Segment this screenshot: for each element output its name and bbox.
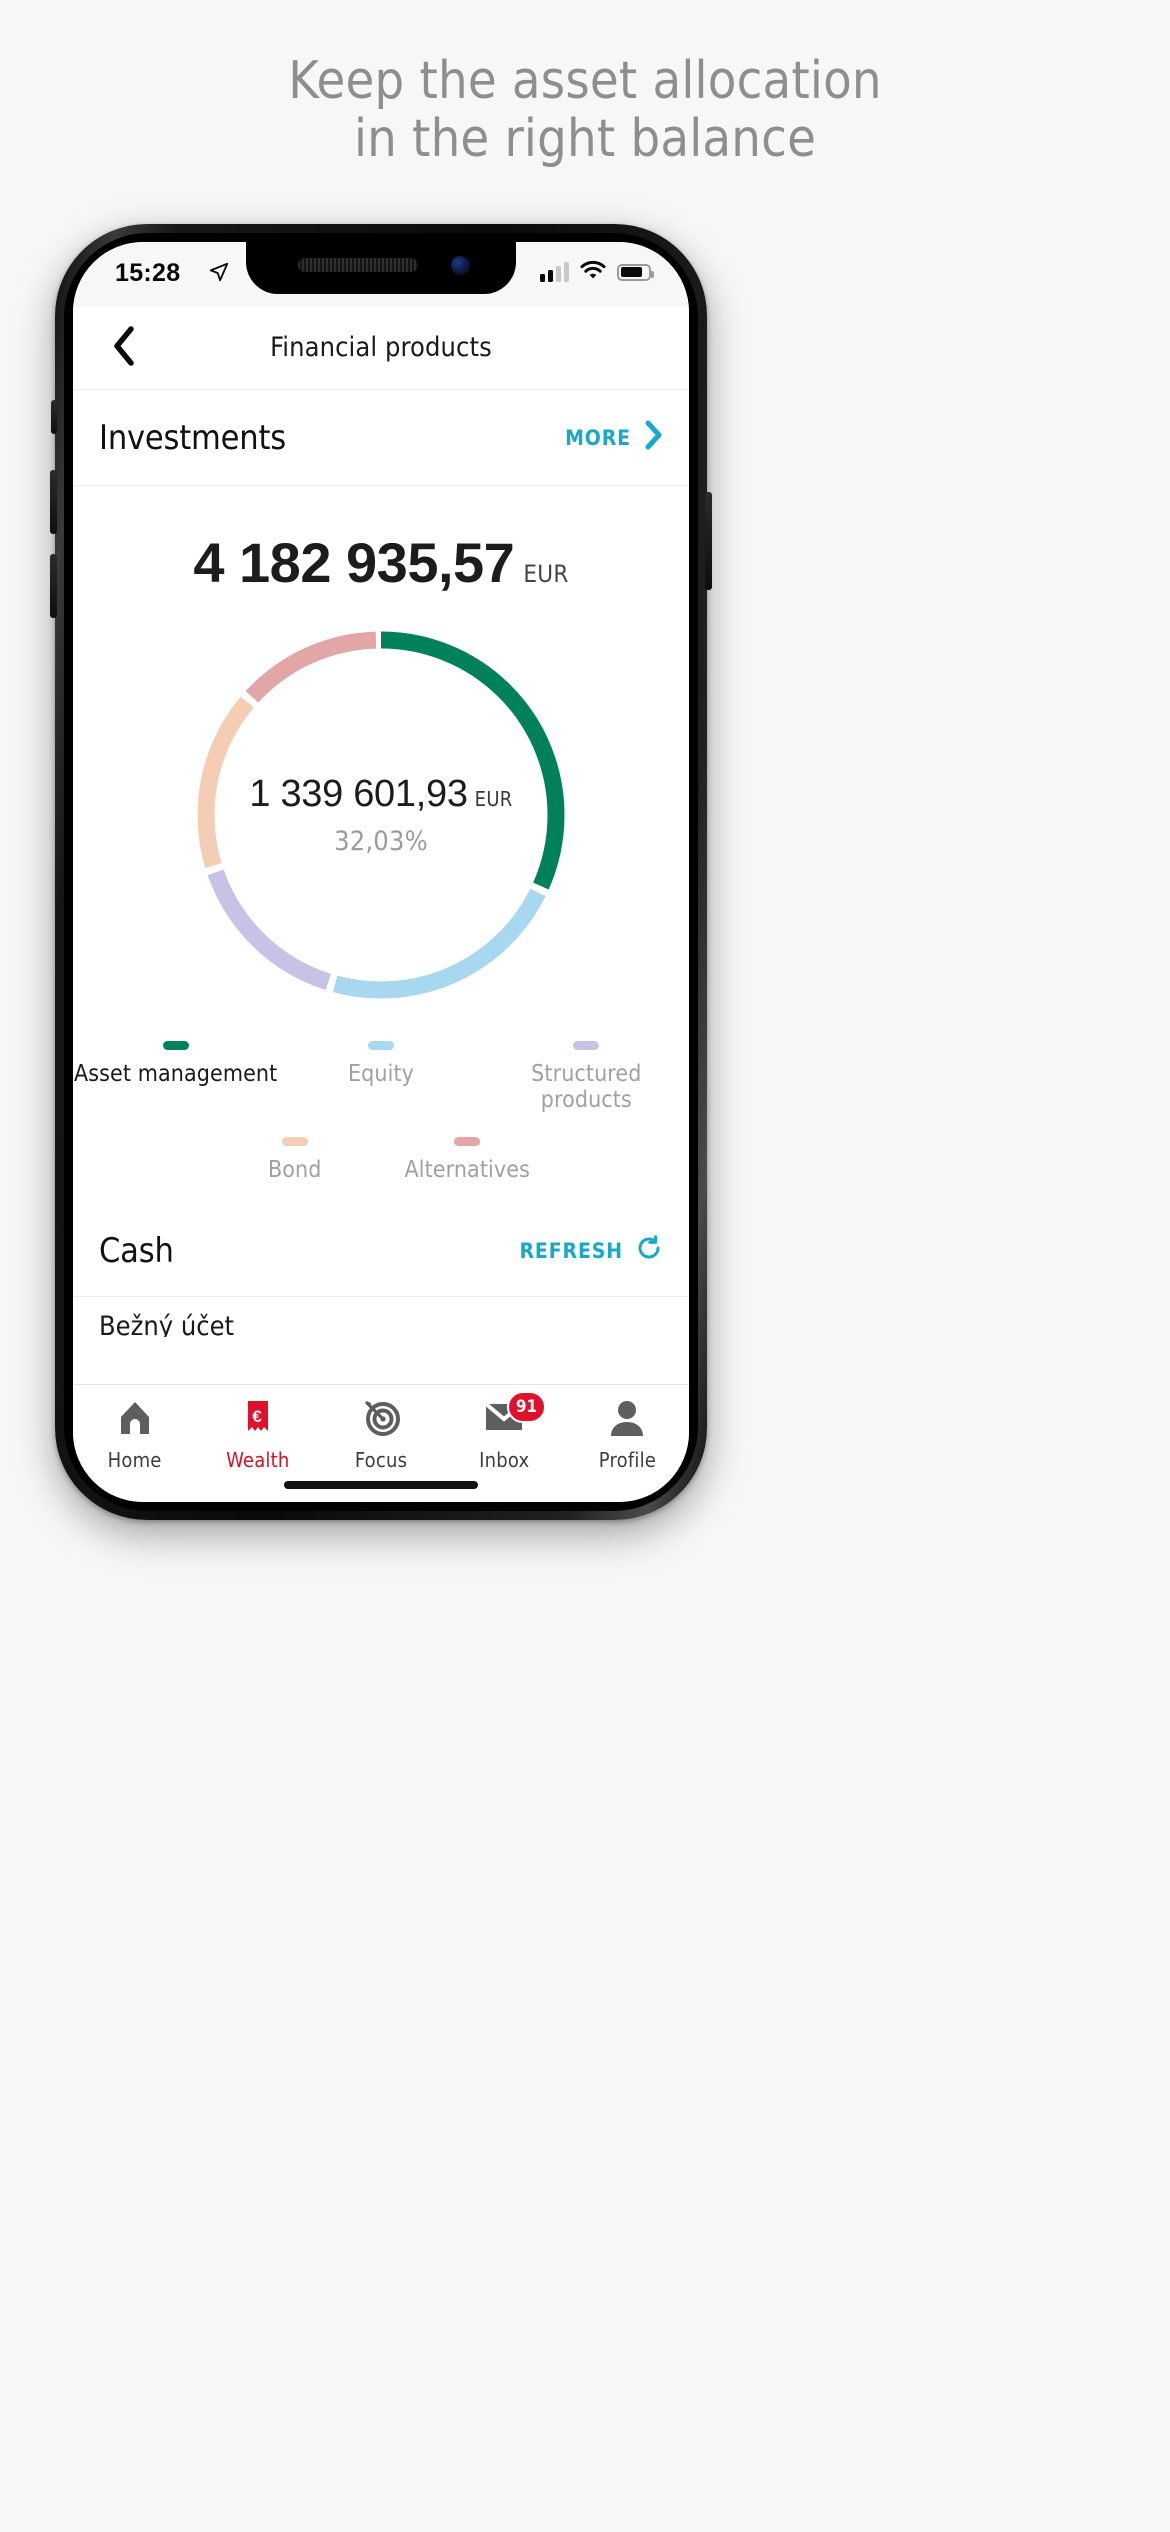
tab-label-inbox: Inbox (479, 1448, 530, 1472)
volume-up-button[interactable] (50, 470, 57, 534)
navigation-bar: Financial products (73, 306, 689, 390)
euro-wealth-icon: € (238, 1397, 278, 1439)
legend-swatch-equity (368, 1041, 394, 1050)
cash-refresh-label: REFRESH (519, 1238, 623, 1263)
phone-screen: 15:28 Financial products Investments MOR… (73, 242, 689, 1502)
notch (246, 242, 516, 294)
volume-down-button[interactable] (50, 554, 57, 618)
back-button[interactable] (99, 323, 149, 373)
legend-item-equity[interactable]: Equity (278, 1041, 483, 1087)
investments-total-currency: EUR (523, 560, 569, 588)
legend-swatch-structured-products (573, 1041, 600, 1050)
cash-account-name: Bežný účet (99, 1311, 235, 1337)
mute-switch[interactable] (51, 400, 57, 434)
legend-item-structured-products[interactable]: Structured products (484, 1041, 689, 1113)
envelope-icon: 91 (482, 1391, 547, 1439)
legend-item-bond[interactable]: Bond (209, 1137, 381, 1183)
wifi-icon (580, 260, 606, 284)
tab-profile[interactable]: Profile (566, 1397, 689, 1472)
cash-account-row[interactable]: Bežný účet (73, 1297, 689, 1337)
front-camera (451, 256, 470, 275)
cash-section-header: Cash REFRESH (73, 1205, 689, 1297)
chevron-left-icon (111, 325, 137, 371)
investments-more-label: MORE (565, 425, 631, 450)
legend-label-asset-management: Asset management (74, 1061, 278, 1087)
investments-more-button[interactable]: MORE (565, 420, 663, 455)
battery-icon (617, 263, 654, 281)
legend-label-bond: Bond (268, 1157, 322, 1183)
tab-label-wealth: Wealth (226, 1448, 290, 1472)
cellular-signal-icon (540, 262, 569, 282)
status-time: 15:28 (115, 259, 181, 287)
investments-title: Investments (99, 417, 286, 458)
svg-text:€: € (252, 1407, 262, 1426)
investments-total-amount: 4 182 935,57 (193, 531, 515, 594)
power-button[interactable] (705, 492, 712, 590)
investments-section-header: Investments MORE (73, 390, 689, 486)
home-indicator[interactable] (284, 1481, 478, 1489)
tab-focus[interactable]: Focus (319, 1397, 442, 1472)
legend-label-alternatives: Alternatives (404, 1157, 530, 1183)
legend-row-1: Asset management Equity Structured produ… (73, 1041, 689, 1113)
legend-label-equity: Equity (347, 1061, 415, 1087)
tab-home[interactable]: Home (73, 1397, 196, 1472)
promo-line-1: Keep the asset allocation (288, 51, 882, 111)
cash-refresh-button[interactable]: REFRESH (519, 1234, 663, 1267)
legend-label-structured-products: Structured products (531, 1061, 642, 1113)
home-icon (115, 1397, 155, 1439)
page-title: Financial products (270, 332, 492, 363)
tab-label-home: Home (107, 1448, 162, 1472)
legend-swatch-bond (281, 1137, 308, 1146)
legend-swatch-asset-management (162, 1041, 189, 1050)
investments-total: 4 182 935,57 EUR (73, 486, 689, 605)
tab-inbox[interactable]: 91 Inbox (443, 1391, 566, 1472)
cash-title: Cash (99, 1230, 174, 1271)
tab-label-profile: Profile (598, 1448, 657, 1472)
target-icon (360, 1397, 402, 1439)
legend-item-asset-management[interactable]: Asset management (73, 1041, 278, 1087)
chevron-right-icon (643, 420, 663, 455)
refresh-icon (635, 1234, 663, 1267)
promo-headline: Keep the asset allocation in the right b… (0, 51, 1170, 170)
phone-mockup: 15:28 Financial products Investments MOR… (50, 224, 712, 1520)
tab-label-focus: Focus (354, 1448, 408, 1472)
inbox-unread-badge: 91 (506, 1391, 547, 1423)
legend-item-alternatives[interactable]: Alternatives (381, 1137, 553, 1183)
person-icon (608, 1397, 646, 1439)
legend-swatch-alternatives (454, 1137, 481, 1146)
location-arrow-icon (208, 261, 230, 287)
chart-legend: Asset management Equity Structured produ… (73, 1025, 689, 1189)
status-indicators (540, 260, 654, 284)
legend-row-2: Bond Alternatives (73, 1113, 689, 1183)
allocation-donut-chart: 1 339 601,93 EUR 32,03% (73, 605, 689, 1025)
donut: 1 339 601,93 EUR 32,03% (188, 622, 574, 1008)
status-bar: 15:28 (73, 242, 689, 306)
promo-line-2: in the right balance (353, 109, 817, 170)
earpiece-speaker (298, 258, 418, 272)
tab-wealth[interactable]: € Wealth (196, 1397, 319, 1472)
